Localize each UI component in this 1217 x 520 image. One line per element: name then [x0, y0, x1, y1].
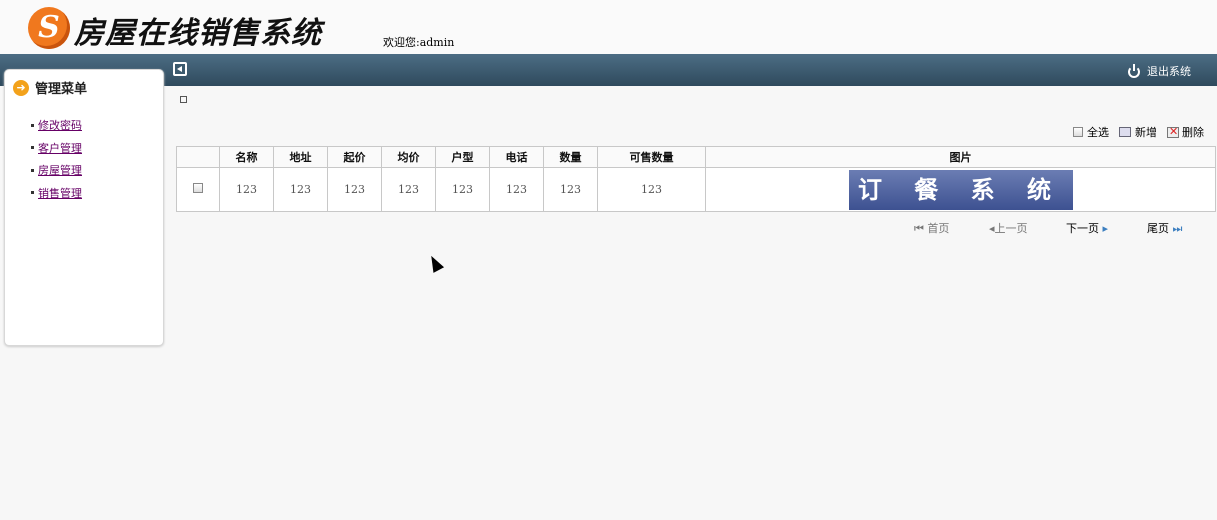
- house-image: 订 餐 系 统: [848, 169, 1073, 210]
- logout-label: 退出系统: [1147, 65, 1191, 78]
- table-header-row: 名称 地址 起价 均价 户型 电话 数量 可售数量 图片: [176, 146, 1216, 168]
- prev-page-button[interactable]: ◂上一页: [989, 220, 1028, 236]
- logout-button[interactable]: 退出系统: [1127, 62, 1191, 80]
- column-header-available: 可售数量: [597, 146, 706, 168]
- sidebar-link-sales[interactable]: 销售管理: [38, 185, 82, 201]
- bullet-icon: [31, 146, 34, 150]
- column-header-quantity: 数量: [543, 146, 598, 168]
- sidebar-link-customers[interactable]: 客户管理: [38, 140, 82, 156]
- next-page-icon: ▸: [1102, 222, 1109, 235]
- sidebar-link-houses[interactable]: 房屋管理: [38, 162, 82, 178]
- bullet-icon: [31, 191, 34, 195]
- bullet-icon: [31, 123, 34, 127]
- add-label: 新增: [1135, 126, 1157, 139]
- cell-phone: 123: [489, 167, 544, 212]
- header: S 房屋在线销售系统 欢迎您:admin: [0, 0, 1217, 54]
- breadcrumb-marker: [180, 96, 187, 103]
- next-page-button[interactable]: 下一页 ▸: [1066, 220, 1108, 236]
- select-all-label: 全选: [1087, 126, 1109, 139]
- column-header-image: 图片: [705, 146, 1216, 168]
- column-header-select: [176, 146, 220, 168]
- add-button[interactable]: 新增: [1119, 124, 1157, 140]
- delete-button[interactable]: 删除: [1167, 124, 1204, 140]
- cell-quantity: 123: [543, 167, 598, 212]
- first-page-button[interactable]: ⏮ 首页: [914, 220, 949, 236]
- sidebar-link-change-password[interactable]: 修改密码: [38, 117, 82, 133]
- select-all-checkbox[interactable]: [1073, 127, 1083, 137]
- last-page-icon: ⏭: [1172, 222, 1183, 235]
- cell-address: 123: [273, 167, 328, 212]
- column-header-start-price: 起价: [327, 146, 382, 168]
- cell-layout: 123: [435, 167, 490, 212]
- app-title: 房屋在线销售系统: [74, 16, 322, 51]
- sidebar: 管理菜单 修改密码 客户管理 房屋管理 销售管理: [4, 69, 164, 346]
- column-header-layout: 户型: [435, 146, 490, 168]
- menu-heading: 管理菜单: [13, 78, 87, 97]
- first-page-label: 首页: [927, 222, 950, 235]
- sidebar-item-customers: 客户管理: [31, 137, 82, 160]
- column-header-avg-price: 均价: [381, 146, 436, 168]
- next-page-label: 下一页: [1066, 222, 1099, 235]
- table-row[interactable]: 123 123 123 123 123 123 123 123 订 餐 系 统: [176, 167, 1216, 212]
- delete-label: 删除: [1182, 126, 1204, 139]
- cell-start-price: 123: [327, 167, 382, 212]
- arrow-right-icon: [13, 79, 29, 96]
- menu-list: 修改密码 客户管理 房屋管理 销售管理: [31, 114, 82, 204]
- cell-name: 123: [219, 167, 274, 212]
- bullet-icon: [31, 168, 34, 172]
- sidebar-item-sales: 销售管理: [31, 182, 82, 205]
- column-header-name: 名称: [219, 146, 274, 168]
- delete-icon: [1167, 125, 1179, 138]
- select-all-control[interactable]: 全选: [1073, 124, 1109, 140]
- logo-letter: S: [38, 10, 60, 45]
- app-logo: S: [28, 7, 70, 49]
- power-icon: [1127, 64, 1141, 78]
- prev-page-label: 上一页: [994, 222, 1028, 235]
- last-page-button[interactable]: 尾页 ⏭: [1147, 220, 1182, 236]
- menu-heading-label: 管理菜单: [35, 82, 88, 97]
- mouse-cursor-icon: [425, 253, 445, 273]
- cell-available: 123: [597, 167, 706, 212]
- last-page-label: 尾页: [1147, 222, 1169, 235]
- column-header-phone: 电话: [489, 146, 544, 168]
- column-header-address: 地址: [273, 146, 328, 168]
- add-icon: [1119, 127, 1131, 137]
- collapse-sidebar-button[interactable]: [173, 62, 187, 76]
- house-table: 名称 地址 起价 均价 户型 电话 数量 可售数量 图片 123 123 123…: [176, 146, 1216, 212]
- first-page-icon: ⏮: [914, 222, 924, 235]
- cell-image: 订 餐 系 统: [705, 167, 1216, 212]
- sidebar-item-houses: 房屋管理: [31, 159, 82, 182]
- sidebar-item-change-password: 修改密码: [31, 114, 82, 137]
- row-select-cell: [176, 167, 220, 212]
- cell-avg-price: 123: [381, 167, 436, 212]
- toolbar: 全选 新增 删除: [1063, 124, 1204, 140]
- row-checkbox[interactable]: [193, 183, 203, 193]
- welcome-text: 欢迎您:admin: [383, 36, 455, 49]
